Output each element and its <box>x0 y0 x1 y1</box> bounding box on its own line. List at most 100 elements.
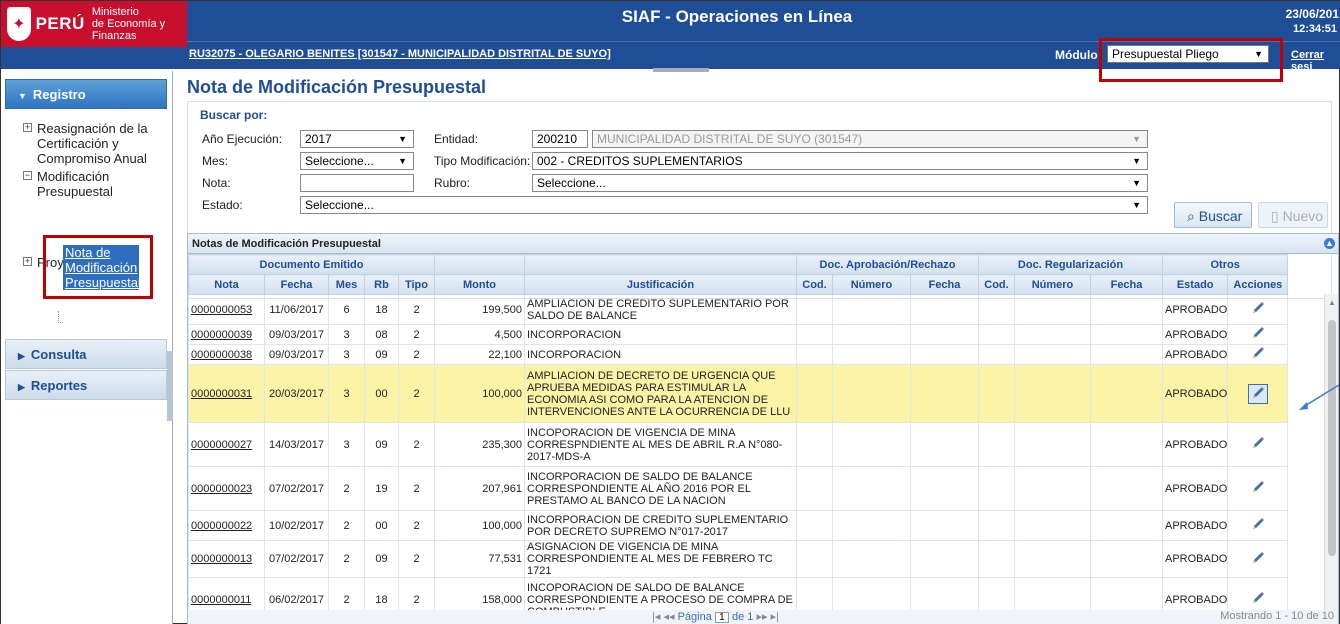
collapse-icon[interactable]: − <box>23 171 32 180</box>
edit-icon[interactable] <box>1251 437 1265 453</box>
table-row[interactable]: 0000000038 09/03/2017 3 09 2 22,100 INCORPORAC… <box>188 344 1289 365</box>
prev-page-icon[interactable]: ◂◂ <box>663 611 674 623</box>
sidebar-section-registro[interactable]: ▼ Registro <box>5 79 167 109</box>
nuevo-button[interactable]: ▯ Nuevo <box>1258 202 1328 228</box>
nota-link[interactable]: 0000000023 <box>191 483 252 495</box>
estado-select[interactable]: Seleccione... ▼ <box>300 196 1148 214</box>
cell-rb: 00 <box>364 364 399 423</box>
mes-select[interactable]: Seleccione... ▼ <box>300 152 414 170</box>
last-page-icon[interactable]: ▸| <box>771 611 779 623</box>
edit-icon[interactable] <box>1251 347 1265 363</box>
sidebar: ▼ Registro + Reasignación de la Certifica… <box>1 71 173 624</box>
col-reg-cod[interactable]: Cod. <box>978 274 1015 295</box>
cell-estado: APROBADO <box>1161 294 1229 325</box>
user-info-link[interactable]: RU32075 - OLEGARIO BENITES [301547 - MUN… <box>189 48 611 60</box>
app-title: SIAF - Operaciones en Línea <box>621 7 853 26</box>
estado-label: Estado: <box>202 198 243 212</box>
nota-input[interactable] <box>300 174 414 192</box>
header-collapse-handle[interactable] <box>653 68 709 72</box>
tree-node-modificacion[interactable]: − Modificación Presupuestal <box>23 169 163 199</box>
dropdown-arrow-icon: ▼ <box>398 156 407 166</box>
collapse-grid-icon[interactable]: ▲ <box>1324 238 1335 249</box>
col-nota[interactable]: Nota <box>188 274 265 295</box>
group-header-otros: Otros <box>1161 254 1289 275</box>
cell-fecha: 09/03/2017 <box>264 344 329 365</box>
col-reg-fecha[interactable]: Fecha <box>1090 274 1163 295</box>
expand-icon[interactable]: + <box>23 257 32 266</box>
col-monto[interactable]: Monto <box>434 274 525 295</box>
search-icon: ⌕ <box>1187 208 1195 224</box>
sidebar-section-reportes[interactable]: ▶ Reportes <box>5 370 167 400</box>
entidad-code-input[interactable]: 200210 <box>532 130 588 148</box>
cell-monto: 207,961 <box>434 466 525 511</box>
table-row[interactable]: 0000000022 10/02/2017 2 00 2 100,000 INCORPORA… <box>188 510 1289 541</box>
col-acciones: Acciones <box>1227 274 1289 295</box>
first-page-icon[interactable]: |◂ <box>652 611 660 623</box>
cell-rb: 00 <box>364 510 399 541</box>
current-date: 23/06/201 <box>1285 7 1339 21</box>
expand-icon[interactable]: + <box>23 123 32 132</box>
edit-icon[interactable] <box>1251 592 1265 608</box>
dropdown-arrow-icon: ▼ <box>1132 200 1141 210</box>
grid-scrollbar[interactable]: ▲ ▼ <box>1324 294 1338 624</box>
cell-tipo: 2 <box>398 510 435 541</box>
table-row[interactable]: 0000000053 11/06/2017 6 18 2 199,500 AMPLIACIO… <box>188 294 1289 325</box>
cell-tipo: 2 <box>398 364 435 423</box>
nota-link[interactable]: 0000000031 <box>191 388 252 400</box>
page-input[interactable]: 1 <box>714 612 729 623</box>
sidebar-splitter[interactable] <box>167 351 173 421</box>
table-row[interactable]: 0000000027 14/03/2017 3 09 2 235,300 INCOPORAC… <box>188 422 1289 467</box>
table-row[interactable]: 0000000031 20/03/2017 3 00 2 100,000 AMPLIACIO… <box>188 364 1289 423</box>
cell-mes: 3 <box>328 422 365 467</box>
logout-link[interactable]: Cerrar sesi <box>1291 49 1340 73</box>
cell-estado: APROBADO <box>1161 510 1229 541</box>
mes-label: Mes: <box>202 154 229 168</box>
scrollbar-thumb[interactable] <box>1328 320 1336 556</box>
col-tipo[interactable]: Tipo <box>398 274 435 295</box>
nota-link[interactable]: 0000000013 <box>191 553 252 565</box>
edit-icon[interactable] <box>1251 518 1265 534</box>
caret-down-icon: ▼ <box>18 91 27 101</box>
sidebar-section-consulta[interactable]: ▶ Consulta <box>5 339 167 369</box>
nota-link[interactable]: 0000000022 <box>191 520 252 532</box>
tipo-select[interactable]: 002 - CREDITOS SUPLEMENTARIOS ▼ <box>532 152 1148 170</box>
anio-select[interactable]: 2017 ▼ <box>300 130 414 148</box>
nota-link[interactable]: 0000000011 <box>191 594 251 606</box>
cell-fecha: 11/06/2017 <box>264 294 329 325</box>
notas-grid: Notas de Modificación Presupuestal ▲ Doc… <box>187 233 1339 624</box>
edit-icon[interactable] <box>1251 302 1265 318</box>
nota-link[interactable]: 0000000038 <box>191 349 252 361</box>
cell-estado: APROBADO <box>1161 324 1229 345</box>
edit-icon[interactable] <box>1247 383 1268 404</box>
modulo-label: Módulo <box>1055 48 1098 62</box>
coat-of-arms-icon: ✦ <box>7 7 31 41</box>
rubro-select[interactable]: Seleccione... ▼ <box>532 174 1148 192</box>
nota-link[interactable]: 0000000053 <box>191 304 252 316</box>
scroll-up-icon[interactable]: ▲ <box>1328 298 1336 307</box>
col-mes[interactable]: Mes <box>328 274 365 295</box>
col-aprob-fecha[interactable]: Fecha <box>910 274 979 295</box>
table-row[interactable]: 0000000039 09/03/2017 3 08 2 4,500 INCORPORACI… <box>188 324 1289 345</box>
table-row[interactable]: 0000000023 07/02/2017 2 19 2 207,961 INCORPORA… <box>188 466 1289 511</box>
cell-justificacion: INCORPORACION DE CREDITO SUPLEMENTARIO P… <box>524 510 797 541</box>
col-rb[interactable]: Rb <box>364 274 399 295</box>
col-fecha[interactable]: Fecha <box>264 274 329 295</box>
group-header-doc-aprobacion: Doc. Aprobación/Rechazo <box>796 254 979 275</box>
col-estado[interactable]: Estado <box>1161 274 1229 295</box>
tree-node-reasignacion[interactable]: + Reasignación de la Certificación y Com… <box>23 121 163 166</box>
col-aprob-numero[interactable]: Número <box>832 274 911 295</box>
edit-icon[interactable] <box>1251 327 1265 343</box>
edit-icon[interactable] <box>1251 481 1265 497</box>
edit-icon[interactable] <box>1251 551 1265 568</box>
col-justificacion[interactable]: Justificación <box>524 274 797 295</box>
current-time: 12:34:51 <box>1292 23 1337 35</box>
nota-link[interactable]: 0000000039 <box>191 329 252 341</box>
table-row[interactable]: 0000000013 07/02/2017 2 09 2 77,531 ASIGNACION… <box>188 540 1289 578</box>
nota-link[interactable]: 0000000027 <box>191 439 252 451</box>
col-aprob-cod[interactable]: Cod. <box>796 274 833 295</box>
next-page-icon[interactable]: ▸▸ <box>756 611 767 623</box>
main-content: Nota de Modificación Presupuestal Buscar… <box>175 73 1340 624</box>
buscar-button[interactable]: ⌕ Buscar <box>1174 202 1252 228</box>
cell-mes: 2 <box>328 540 365 578</box>
col-reg-numero[interactable]: Número <box>1014 274 1091 295</box>
